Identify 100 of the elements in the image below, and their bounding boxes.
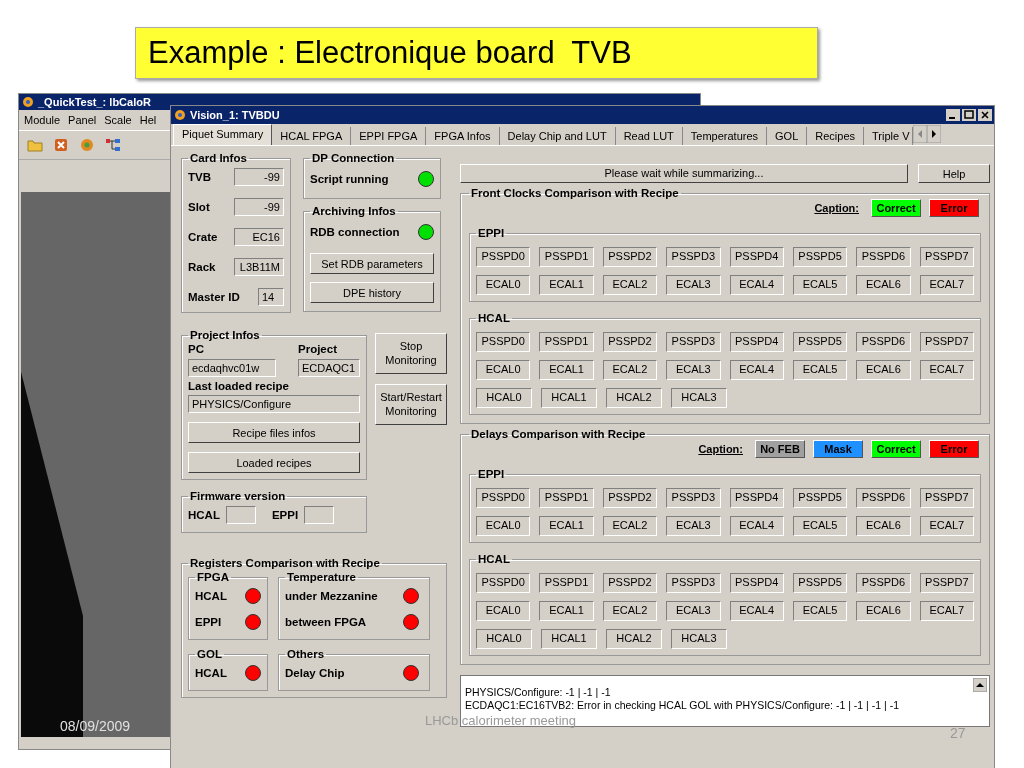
field-label: Master ID	[188, 291, 240, 303]
tab[interactable]: Read LUT	[615, 127, 683, 145]
status-cell: ECAL0	[476, 275, 531, 295]
group-title: FPGA	[196, 571, 230, 583]
status-cell: PSSPD4	[729, 488, 784, 508]
push-button[interactable]: Start/Restart Monitoring	[375, 384, 447, 425]
value-field: L3B11M	[234, 258, 284, 276]
status-cell: ECAL2	[602, 516, 658, 536]
caption-label: Caption:	[814, 202, 859, 214]
status-cell: ECAL5	[792, 275, 848, 295]
status-cell: PSSPD4	[729, 573, 784, 593]
indicator-label: Script running	[310, 173, 389, 185]
legend-chip: Error	[929, 440, 979, 458]
value-field: -99	[234, 198, 284, 216]
status-cell: ECAL5	[792, 360, 848, 380]
status-cell: ECAL6	[856, 516, 911, 536]
group-title: Others	[286, 648, 326, 660]
status-cell: PSSPD1	[539, 488, 594, 508]
group-title: GOL	[196, 648, 223, 660]
status-cell: ECAL0	[476, 601, 531, 621]
status-cell: PSSPD0	[476, 247, 531, 267]
status-cell: ECAL7	[919, 275, 974, 295]
legend-chip: Correct	[871, 199, 921, 217]
status-cell: PSSPD3	[666, 573, 721, 593]
tab[interactable]: FPGA Infos	[426, 127, 500, 145]
push-button[interactable]: Stop Monitoring	[375, 333, 447, 374]
menu-item[interactable]: Scale	[104, 114, 132, 126]
maximize-icon[interactable]	[962, 109, 976, 121]
status-cell: PSSPD7	[919, 247, 974, 267]
status-cell: PSSPD2	[602, 332, 658, 352]
status-cell: ECAL2	[602, 601, 658, 621]
status-cell: PSSPD2	[602, 488, 658, 508]
value-field	[225, 506, 256, 524]
status-cell: ECAL1	[539, 275, 594, 295]
status-cell: PSSPD0	[476, 332, 531, 352]
log-line: ECDAQC1:EC16TVB2: Error in checking HCAL GOL with PHYSICS/Configure: -1 | -1 | -1 | -1	[465, 699, 900, 712]
field-label: Last loaded recipe	[188, 380, 290, 392]
tab[interactable]: Piquet Summary	[173, 124, 273, 145]
status-cell: PSSPD6	[856, 573, 911, 593]
tab[interactable]: EPPI FPGA	[351, 127, 427, 145]
tab[interactable]: Triple V	[864, 127, 913, 145]
scroll-up-icon[interactable]	[973, 678, 987, 692]
status-cell: ECAL3	[666, 275, 721, 295]
caption-label: Caption:	[698, 443, 743, 455]
status-cell: ECAL7	[919, 360, 974, 380]
status-cell: PSSPD5	[792, 573, 848, 593]
gear-icon	[22, 96, 34, 108]
status-cell: PSSPD0	[476, 488, 531, 508]
group-title: Front Clocks Comparison with Recipe	[470, 187, 680, 199]
value-field: PHYSICS/Configure	[188, 395, 360, 413]
minimize-icon[interactable]	[946, 109, 960, 121]
status-cell: PSSPD1	[539, 247, 594, 267]
status-cell: PSSPD0	[476, 573, 531, 593]
tab[interactable]: HCAL FPGA	[272, 127, 352, 145]
status-cell: ECAL3	[666, 360, 721, 380]
status-cell: ECAL4	[729, 275, 784, 295]
tab[interactable]: GOL	[767, 127, 808, 145]
tree-icon[interactable]	[105, 137, 121, 153]
push-button[interactable]: Loaded recipes	[188, 452, 360, 473]
push-button[interactable]: Set RDB parameters	[310, 253, 434, 274]
tab[interactable]: Temperatures	[682, 127, 768, 145]
menu-item[interactable]: Hel	[139, 114, 157, 126]
value-field: EC16	[234, 228, 284, 246]
status-cell: ECAL2	[602, 360, 658, 380]
indicator-label: between FPGA	[285, 616, 367, 628]
push-button[interactable]: Recipe files infos	[188, 422, 360, 443]
status-cell: ECAL6	[856, 275, 911, 295]
indicator-label: HCAL	[195, 590, 227, 602]
menu-item[interactable]: Module	[24, 114, 61, 126]
indicator-label: under Mezzanine	[285, 590, 378, 602]
status-cell: PSSPD6	[856, 488, 911, 508]
status-cell: PSSPD5	[792, 247, 848, 267]
status-cell: ECAL4	[729, 601, 784, 621]
tab[interactable]: Recipes	[807, 127, 865, 145]
status-cell: HCAL0	[476, 629, 532, 649]
close-icon[interactable]	[978, 109, 992, 121]
field-label: Slot	[188, 201, 210, 213]
status-cell: PSSPD2	[602, 573, 658, 593]
field-label: Rack	[188, 261, 216, 273]
page-number: 27	[950, 725, 966, 741]
legend-chip: Mask	[813, 440, 863, 458]
window-title: _QuickTest_: lbCaloR	[38, 96, 151, 108]
status-cell: ECAL0	[476, 516, 531, 536]
status-cell: PSSPD5	[792, 488, 848, 508]
group-title: Registers Comparison with Recipe	[189, 557, 381, 569]
field-label: Project	[298, 343, 338, 355]
status-cell: HCAL2	[606, 388, 662, 408]
status-cell: PSSPD6	[856, 247, 911, 267]
status-cell: ECAL1	[539, 516, 594, 536]
push-button[interactable]: DPE history	[310, 282, 434, 303]
legend-chip: Correct	[871, 440, 921, 458]
group-title: HCAL	[477, 312, 511, 324]
menu-item[interactable]: Panel	[68, 114, 97, 126]
help-button[interactable]: Help	[918, 164, 990, 183]
field-label: Crate	[188, 231, 218, 243]
value-field	[304, 506, 335, 524]
status-cell: ECAL1	[539, 360, 594, 380]
status-cell: HCAL1	[541, 388, 597, 408]
tab[interactable]: Delay Chip and LUT	[499, 127, 616, 145]
status-cell: ECAL3	[666, 601, 721, 621]
